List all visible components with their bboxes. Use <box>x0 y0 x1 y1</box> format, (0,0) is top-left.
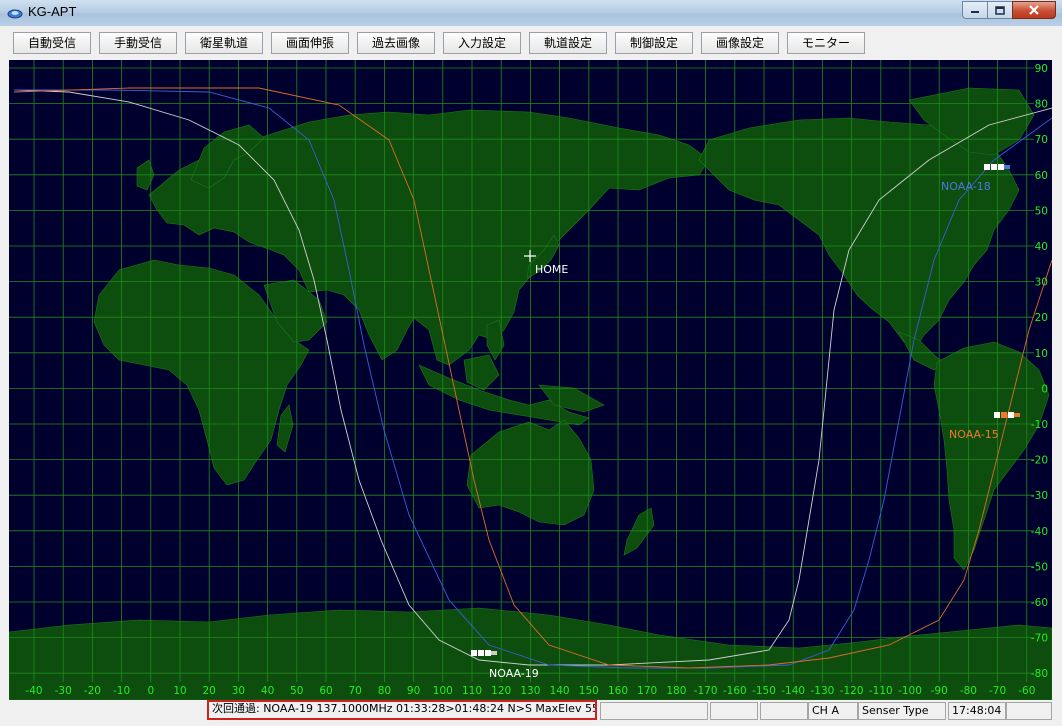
control-settings-button[interactable]: 制御設定 <box>615 32 693 54</box>
longitude-tick-label: 30 <box>232 685 245 697</box>
screen-stretch-button[interactable]: 画面伸張 <box>271 32 349 54</box>
latitude-tick-label: -30 <box>1031 490 1048 502</box>
longitude-tick-label: 100 <box>433 685 453 697</box>
latitude-tick-label: 10 <box>1035 348 1048 360</box>
longitude-tick-label: -70 <box>989 685 1006 697</box>
longitude-tick-label: -120 <box>840 685 864 697</box>
window-border <box>0 26 9 700</box>
satellite-orbit-button[interactable]: 衛星軌道 <box>185 32 263 54</box>
latitude-tick-label: 60 <box>1035 170 1048 182</box>
latitude-tick-label: 70 <box>1035 134 1048 146</box>
toolbar: 自動受信 手動受信 衛星軌道 画面伸張 過去画像 入力設定 軌道設定 制御設定 … <box>0 26 1062 59</box>
longitude-tick-label: 160 <box>608 685 628 697</box>
longitude-tick-label: -150 <box>752 685 776 697</box>
app-satellite-icon <box>7 9 23 19</box>
longitude-tick-label: 40 <box>261 685 274 697</box>
longitude-tick-label: -30 <box>55 685 72 697</box>
longitude-tick-label: 170 <box>637 685 657 697</box>
noaa-19-label: NOAA-19 <box>489 667 539 680</box>
longitude-tick-label: 150 <box>579 685 599 697</box>
longitude-tick-label: 10 <box>173 685 186 697</box>
next-pass-status: 次回通過: NOAA-19 137.1000MHz 01:33:28>01:48… <box>207 700 597 720</box>
noaa-18-label: NOAA-18 <box>941 180 991 193</box>
home-label: HOME <box>535 263 568 276</box>
longitude-axis-labels: -40 -30 -20 -10 0 10 20 30 40 50 60 70 80 90 100 110 120… <box>25 685 1035 697</box>
latitude-tick-label: 20 <box>1035 312 1048 324</box>
status-pane-empty-2 <box>710 702 758 720</box>
window-title: KG-APT <box>28 4 77 19</box>
longitude-tick-label: 90 <box>407 685 420 697</box>
longitude-tick-label: -90 <box>931 685 948 697</box>
title-bar[interactable]: KG-APT <box>0 0 1062 27</box>
latitude-tick-label: 90 <box>1035 63 1048 75</box>
past-images-button[interactable]: 過去画像 <box>357 32 435 54</box>
status-pane-empty-4 <box>1006 702 1052 720</box>
minimize-button[interactable] <box>962 1 988 19</box>
longitude-tick-label: 60 <box>319 685 332 697</box>
latitude-tick-label: -60 <box>1031 597 1048 609</box>
longitude-tick-label: 0 <box>147 685 154 697</box>
longitude-tick-label: 140 <box>550 685 570 697</box>
sensor-type-status: Senser Type <box>858 702 946 720</box>
latitude-tick-label: -50 <box>1031 561 1048 573</box>
longitude-tick-label: 50 <box>290 685 303 697</box>
orbit-settings-button[interactable]: 軌道設定 <box>529 32 607 54</box>
minimize-icon <box>971 11 979 13</box>
channel-status: CH A <box>808 702 858 720</box>
manual-receive-button[interactable]: 手動受信 <box>99 32 177 54</box>
longitude-tick-label: 20 <box>203 685 216 697</box>
close-icon <box>1029 5 1039 15</box>
maximize-icon <box>995 5 1005 15</box>
longitude-tick-label: -80 <box>960 685 977 697</box>
maximize-button[interactable] <box>987 1 1013 19</box>
longitude-tick-label: 80 <box>378 685 391 697</box>
latitude-tick-label: 0 <box>1041 383 1048 395</box>
longitude-tick-label: 130 <box>520 685 540 697</box>
latitude-tick-label: -40 <box>1031 526 1048 538</box>
longitude-tick-label: -130 <box>810 685 834 697</box>
longitude-tick-label: -110 <box>869 685 893 697</box>
auto-receive-button[interactable]: 自動受信 <box>13 32 91 54</box>
latitude-tick-label: 80 <box>1035 99 1048 111</box>
app-window: KG-APT 自動受信 手動受信 衛星軌道 画面伸張 過去画像 入力設定 軌道設… <box>0 0 1062 726</box>
clock-status: 17:48:04 <box>948 702 1006 720</box>
monitor-button[interactable]: モニター <box>787 32 865 54</box>
world-map-panel[interactable]: -40 -30 -20 -10 0 10 20 30 40 50 60 70 80 90 100 110 120… <box>9 60 1052 700</box>
latitude-tick-label: -70 <box>1031 633 1048 645</box>
longitude-tick-label: 180 <box>666 685 686 697</box>
longitude-tick-label: -20 <box>84 685 101 697</box>
longitude-tick-label: -160 <box>723 685 747 697</box>
longitude-tick-label: -170 <box>694 685 718 697</box>
noaa-15-label: NOAA-15 <box>949 428 999 441</box>
longitude-tick-label: -40 <box>25 685 42 697</box>
longitude-tick-label: -140 <box>781 685 805 697</box>
latitude-tick-label: -20 <box>1031 455 1048 467</box>
world-map[interactable]: -40 -30 -20 -10 0 10 20 30 40 50 60 70 80 90 100 110 120… <box>9 60 1052 700</box>
longitude-tick-label: -60 <box>1018 685 1035 697</box>
status-bar: 次回通過: NOAA-19 137.1000MHz 01:33:28>01:48… <box>0 700 1062 726</box>
longitude-tick-label: 110 <box>462 685 482 697</box>
longitude-tick-label: -100 <box>898 685 922 697</box>
window-controls <box>962 1 1056 20</box>
close-button[interactable] <box>1012 1 1056 19</box>
image-settings-button[interactable]: 画像設定 <box>701 32 779 54</box>
longitude-tick-label: -10 <box>113 685 130 697</box>
latitude-tick-label: -10 <box>1031 419 1048 431</box>
longitude-tick-label: 120 <box>491 685 511 697</box>
longitude-tick-label: 70 <box>349 685 362 697</box>
status-pane-empty-3 <box>760 702 808 720</box>
latitude-tick-label: 40 <box>1035 241 1048 253</box>
status-pane-empty-1 <box>600 702 708 720</box>
latitude-tick-label: -80 <box>1031 668 1048 680</box>
latitude-tick-label: 50 <box>1035 205 1048 217</box>
input-settings-button[interactable]: 入力設定 <box>443 32 521 54</box>
